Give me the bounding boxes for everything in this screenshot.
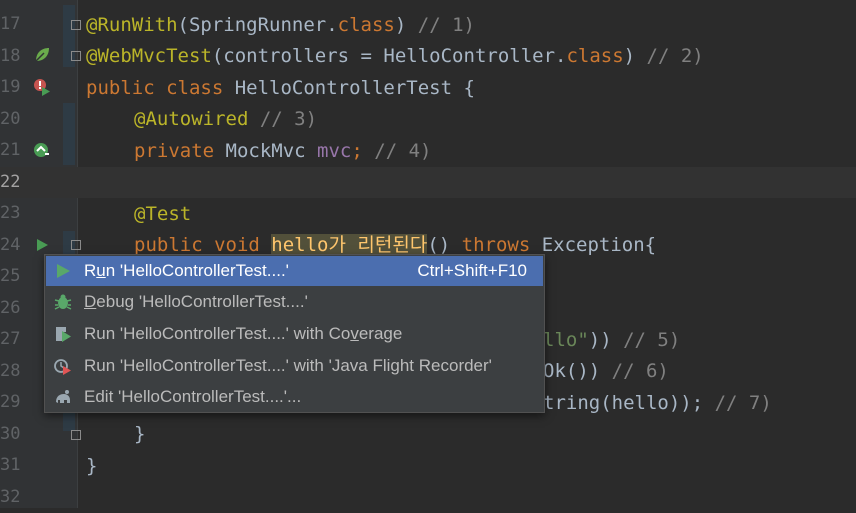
fold-marker-icon[interactable] — [71, 20, 81, 30]
edit-configuration-icon — [56, 390, 70, 403]
run-test-icon[interactable] — [33, 236, 51, 254]
code-line-18: @WebMvcTest(controllers = HelloControlle… — [86, 45, 704, 67]
code-line-28: Ok()) // 6) — [543, 360, 669, 382]
line-number: 17 — [0, 14, 21, 34]
code-line-29: tring(hello)); // 7) — [543, 392, 772, 414]
line-number: 30 — [0, 423, 21, 444]
run-context-menu: Run 'HelloControllerTest....' Ctrl+Shift… — [44, 254, 545, 413]
menu-item-label: Run 'HelloControllerTest....' with 'Java… — [84, 356, 492, 375]
line-number: 26 — [0, 297, 21, 318]
line-number: 25 — [0, 266, 21, 286]
fold-marker-icon[interactable] — [71, 51, 81, 61]
code-line-30: } — [134, 423, 146, 445]
line-number: 21 — [0, 140, 21, 160]
menu-item-run[interactable]: Run 'HelloControllerTest....' Ctrl+Shift… — [46, 256, 543, 286]
code-line-17: @RunWith(SpringRunner.class) // 1) — [86, 14, 475, 36]
spring-leaf-icon — [35, 48, 49, 62]
menu-item-label: Debug 'HelloControllerTest....' — [84, 292, 308, 311]
change-marker — [63, 103, 75, 165]
line-number: 31 — [0, 455, 21, 475]
menu-item-shortcut: Ctrl+Shift+F10 — [417, 261, 527, 280]
line-number: 23 — [0, 203, 21, 223]
debug-bug-icon — [54, 294, 72, 310]
code-line-19: public class HelloControllerTest { — [86, 77, 475, 99]
menu-item-run-with-flight-recorder[interactable]: Run 'HelloControllerTest....' with 'Java… — [46, 351, 543, 381]
code-line-27: llo")) // 5) — [543, 329, 681, 351]
profiler-icon — [54, 359, 71, 375]
code-line-23: @Test — [134, 203, 192, 225]
menu-item-edit-configuration[interactable]: Edit 'HelloControllerTest....'... — [46, 382, 543, 412]
menu-item-debug[interactable]: Debug 'HelloControllerTest....' — [46, 287, 543, 317]
code-line-31: } — [86, 455, 98, 477]
run-icon — [57, 264, 70, 278]
line-number: 18 — [0, 45, 21, 66]
line-number: 24 — [0, 234, 21, 255]
fold-marker-icon[interactable] — [71, 240, 81, 250]
run-test-error-icon[interactable] — [33, 78, 51, 96]
code-line-20: @Autowired // 3) — [134, 108, 318, 130]
line-number: 19 — [0, 77, 21, 97]
line-number: 29 — [0, 392, 21, 412]
line-number: 22 — [0, 171, 21, 192]
line-number: 28 — [0, 360, 21, 381]
menu-item-label: Edit 'HelloControllerTest....'... — [84, 387, 302, 406]
autowired-bean-icon[interactable] — [33, 141, 51, 159]
menu-item-label: Run 'HelloControllerTest....' — [84, 261, 289, 280]
menu-item-label: Run 'HelloControllerTest....' with Cover… — [84, 324, 403, 343]
current-line-highlight — [0, 167, 856, 198]
code-line-21: private MockMvc mvc; // 4) — [134, 140, 432, 162]
fold-marker-icon[interactable] — [71, 430, 81, 440]
line-number: 27 — [0, 329, 21, 349]
menu-item-run-with-coverage[interactable]: Run 'HelloControllerTest....' with Cover… — [46, 319, 543, 349]
line-number: 20 — [0, 108, 21, 129]
coverage-icon — [56, 327, 71, 342]
